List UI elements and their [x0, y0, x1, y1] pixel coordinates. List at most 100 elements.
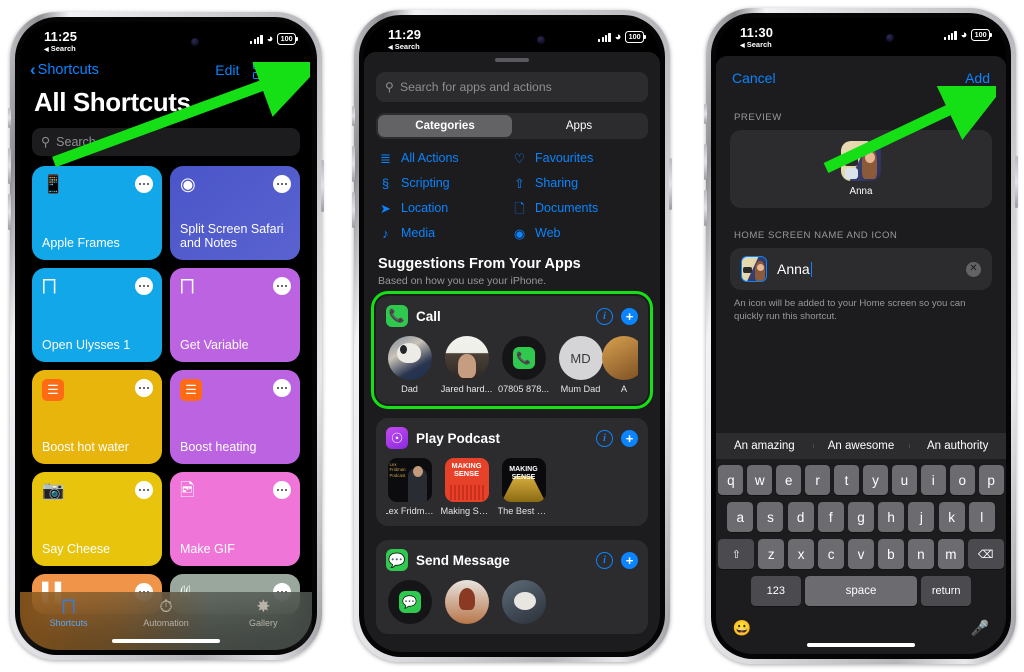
key-c[interactable]: c: [818, 539, 844, 569]
emoji-icon[interactable]: 😀: [733, 619, 752, 637]
key-p[interactable]: p: [978, 465, 1004, 495]
backspace-icon[interactable]: ⌫: [967, 539, 1004, 569]
volume-up-button[interactable]: [352, 146, 355, 182]
shortcut-card[interactable]: ⨅ Get Variable: [170, 267, 300, 362]
key-b[interactable]: b: [878, 539, 904, 569]
shortcut-card[interactable]: ☰ Boost heating: [170, 369, 300, 464]
key-a[interactable]: a: [727, 502, 754, 532]
status-back-to-app[interactable]: ◀ Search: [740, 41, 773, 49]
category-documents[interactable]: 🗋 Documents: [512, 201, 646, 215]
power-button[interactable]: [321, 160, 324, 212]
tab-automation[interactable]: ⏱ Automation: [130, 598, 202, 628]
search-input[interactable]: ⚲ Search for apps and actions: [376, 72, 648, 102]
return-key[interactable]: return: [921, 576, 972, 606]
name-input-value[interactable]: Anna: [777, 261, 956, 277]
home-indicator[interactable]: [112, 639, 220, 643]
key-v[interactable]: v: [848, 539, 874, 569]
ellipsis-icon[interactable]: [273, 480, 291, 499]
key-g[interactable]: g: [848, 502, 874, 532]
key-z[interactable]: z: [758, 539, 785, 569]
category-media[interactable]: ♪ Media: [378, 226, 512, 240]
prediction-3[interactable]: An authority: [909, 440, 1006, 452]
volume-down-button[interactable]: [704, 190, 707, 226]
anna-photo-icon[interactable]: [741, 256, 767, 282]
edit-button[interactable]: Edit: [215, 62, 239, 78]
key-l[interactable]: l: [968, 502, 995, 532]
list-item[interactable]: Jared hard...: [441, 336, 492, 394]
ellipsis-icon[interactable]: [135, 276, 153, 295]
volume-down-button[interactable]: [8, 194, 11, 230]
shortcut-card[interactable]: 📷 Say Cheese: [32, 471, 162, 566]
numbers-key[interactable]: 123: [750, 576, 801, 606]
home-screen-name-field[interactable]: Anna ✕: [730, 248, 992, 290]
ellipsis-icon[interactable]: [135, 378, 153, 397]
grid-view-icon[interactable]: [253, 62, 270, 79]
category-favourites[interactable]: ♡ Favourites: [512, 151, 646, 165]
shortcut-card[interactable]: ⨅ Open Ulysses 1: [32, 267, 162, 362]
key-k[interactable]: k: [938, 502, 965, 532]
list-item[interactable]: [500, 580, 547, 624]
prediction-1[interactable]: An amazing: [716, 440, 813, 452]
key-u[interactable]: u: [892, 465, 917, 495]
category-sharing[interactable]: ⇧ Sharing: [512, 176, 646, 190]
key-o[interactable]: o: [949, 465, 975, 495]
category-scripting[interactable]: § Scripting: [378, 176, 512, 190]
list-item[interactable]: 📞 07805 878...: [498, 336, 549, 394]
shortcut-card[interactable]: 🖻 Make GIF: [170, 471, 300, 566]
key-i[interactable]: i: [920, 465, 946, 495]
cancel-button[interactable]: Cancel: [732, 70, 776, 86]
volume-up-button[interactable]: [704, 144, 707, 180]
key-n[interactable]: n: [908, 539, 934, 569]
microphone-icon[interactable]: 🎤: [971, 619, 990, 637]
status-back-to-app[interactable]: ◀ Search: [44, 45, 77, 53]
key-h[interactable]: h: [878, 502, 905, 532]
tab-gallery[interactable]: ✸ Gallery: [227, 598, 299, 628]
key-x[interactable]: x: [788, 539, 814, 569]
key-e[interactable]: e: [776, 465, 802, 495]
list-item[interactable]: MAKING SENSE Making Sen...: [441, 458, 493, 516]
search-input[interactable]: ⚲ Search: [32, 127, 300, 156]
info-icon[interactable]: i: [596, 307, 613, 325]
shortcut-card[interactable]: ☰ Boost hot water: [32, 369, 162, 464]
plus-icon[interactable]: +: [284, 58, 298, 82]
ellipsis-icon[interactable]: [273, 276, 291, 295]
ellipsis-icon[interactable]: [273, 378, 291, 397]
key-w[interactable]: w: [747, 465, 773, 495]
back-button-shortcuts[interactable]: ‹ Shortcuts: [30, 61, 99, 79]
prediction-2[interactable]: An awesome: [812, 440, 910, 452]
add-button[interactable]: Add: [965, 70, 990, 86]
plus-circle-icon[interactable]: +: [621, 307, 638, 325]
key-m[interactable]: m: [937, 539, 964, 569]
suggestion-card-play-podcast[interactable]: ☉ Play Podcast i + Lex Fridman Podcast L…: [376, 418, 648, 526]
list-item[interactable]: [443, 580, 490, 624]
list-item[interactable]: MAKING SENSE The Best of...: [498, 458, 550, 516]
mute-switch[interactable]: [704, 104, 707, 124]
tab-shortcuts[interactable]: ⨅ Shortcuts: [33, 598, 105, 628]
list-item[interactable]: A: [602, 336, 638, 394]
space-key[interactable]: space: [805, 576, 917, 606]
home-indicator[interactable]: [807, 643, 915, 647]
mute-switch[interactable]: [352, 106, 355, 126]
segment-categories[interactable]: Categories: [378, 115, 512, 137]
mute-switch[interactable]: [8, 108, 11, 128]
key-t[interactable]: t: [834, 465, 859, 495]
suggestion-card-call[interactable]: 📞 Call i + Dad Jared hard... 📞 07805 878…: [371, 291, 653, 409]
segment-apps[interactable]: Apps: [512, 115, 646, 137]
sheet-grabber[interactable]: [495, 58, 529, 62]
status-back-to-app[interactable]: ◀ Search: [388, 43, 421, 51]
plus-circle-icon[interactable]: +: [621, 429, 638, 447]
ellipsis-icon[interactable]: [273, 174, 291, 193]
ellipsis-icon[interactable]: [135, 480, 153, 499]
power-button[interactable]: [669, 158, 672, 210]
shift-icon[interactable]: ⇧: [718, 539, 755, 569]
category-web[interactable]: ◉ Web: [512, 226, 646, 240]
list-item[interactable]: 💬: [386, 580, 433, 624]
list-item[interactable]: Lex Fridman Podcast Lex Fridma...: [386, 458, 436, 516]
info-icon[interactable]: i: [596, 429, 613, 447]
key-f[interactable]: f: [817, 502, 844, 532]
suggestion-card-send-message[interactable]: 💬 Send Message i + 💬: [376, 540, 648, 634]
category-all-actions[interactable]: ≣ All Actions: [378, 151, 512, 165]
power-button[interactable]: [1015, 156, 1018, 208]
key-r[interactable]: r: [805, 465, 830, 495]
shortcut-card[interactable]: 📱 Apple Frames: [32, 165, 162, 260]
